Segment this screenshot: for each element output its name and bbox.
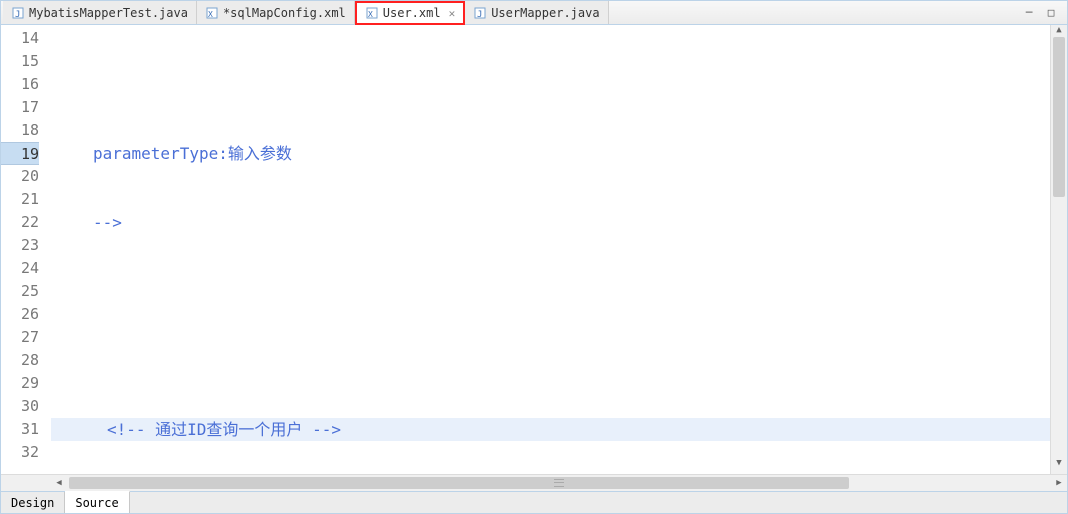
design-tab[interactable]: Design <box>1 492 65 513</box>
line-number: 28 <box>1 349 39 372</box>
code-line[interactable]: parameterType:输入参数 <box>51 142 1067 165</box>
scrollbar-thumb[interactable] <box>69 477 849 489</box>
line-number: 14 <box>1 27 39 50</box>
line-number: 31 <box>1 418 39 441</box>
vertical-scrollbar[interactable]: ▲ ▼ <box>1050 25 1067 474</box>
tab-user-xml[interactable]: X User.xml ✕ <box>355 1 465 25</box>
window-controls: ─ □ <box>1021 1 1067 24</box>
xml-file-icon: X <box>205 6 219 20</box>
line-number: 32 <box>1 441 39 464</box>
line-number: 16 <box>1 73 39 96</box>
tab-label: *sqlMapConfig.xml <box>223 6 346 20</box>
svg-text:J: J <box>15 10 20 19</box>
tab-sqlmapconfig[interactable]: X *sqlMapConfig.xml <box>197 1 355 24</box>
svg-text:X: X <box>368 10 373 19</box>
line-number: 22 <box>1 211 39 234</box>
line-number: 25 <box>1 280 39 303</box>
horizontal-scrollbar-row: ◀ ▶ <box>1 474 1067 491</box>
tab-label: UserMapper.java <box>491 6 599 20</box>
java-file-icon: J <box>11 6 25 20</box>
horizontal-scrollbar[interactable]: ◀ ▶ <box>51 475 1067 491</box>
line-number: 21 <box>1 188 39 211</box>
tab-label: MybatisMapperTest.java <box>29 6 188 20</box>
code-line-current[interactable]: <!-- 通过ID查询一个用户 --> <box>51 418 1067 441</box>
line-number: 19 <box>1 142 39 165</box>
line-number: 23 <box>1 234 39 257</box>
code-line[interactable] <box>51 349 1067 372</box>
source-tab[interactable]: Source <box>65 491 129 513</box>
line-number: 24 <box>1 257 39 280</box>
xml-file-icon: X <box>365 6 379 20</box>
tab-mybatis-mapper-test[interactable]: J MybatisMapperTest.java <box>3 1 197 24</box>
line-number: 30 <box>1 395 39 418</box>
line-number: 15 <box>1 50 39 73</box>
line-number: 18 <box>1 119 39 142</box>
scroll-right-arrow[interactable]: ▶ <box>1051 475 1067 491</box>
editor-area: 14151617181920212223242526272829303132 p… <box>1 25 1067 474</box>
scroll-left-arrow[interactable]: ◀ <box>51 475 67 491</box>
scrollbar-thumb[interactable] <box>1053 37 1065 197</box>
line-number: 29 <box>1 372 39 395</box>
maximize-button[interactable]: □ <box>1043 6 1059 20</box>
scrollbar-grip-icon <box>554 478 564 488</box>
svg-text:J: J <box>477 10 482 19</box>
line-number: 26 <box>1 303 39 326</box>
editor-mode-tabs: Design Source <box>1 491 1067 513</box>
editor-tab-bar: J MybatisMapperTest.java X *sqlMapConfig… <box>1 1 1067 25</box>
scroll-down-arrow[interactable]: ▼ <box>1051 458 1067 474</box>
svg-text:X: X <box>208 10 213 19</box>
line-number-gutter: 14151617181920212223242526272829303132 <box>1 25 51 474</box>
code-content[interactable]: parameterType:输入参数 --> <!-- 通过ID查询一个用户 -… <box>51 25 1067 474</box>
code-line[interactable]: --> <box>51 211 1067 234</box>
line-number: 20 <box>1 165 39 188</box>
tab-label: User.xml <box>383 6 441 20</box>
ide-window: J MybatisMapperTest.java X *sqlMapConfig… <box>0 0 1068 514</box>
code-line[interactable] <box>51 73 1067 96</box>
tab-usermapper[interactable]: J UserMapper.java <box>465 1 608 24</box>
line-number: 17 <box>1 96 39 119</box>
code-line[interactable] <box>51 280 1067 303</box>
line-number: 27 <box>1 326 39 349</box>
java-file-icon: J <box>473 6 487 20</box>
minimize-button[interactable]: ─ <box>1021 6 1037 20</box>
close-tab-icon[interactable]: ✕ <box>449 7 456 20</box>
